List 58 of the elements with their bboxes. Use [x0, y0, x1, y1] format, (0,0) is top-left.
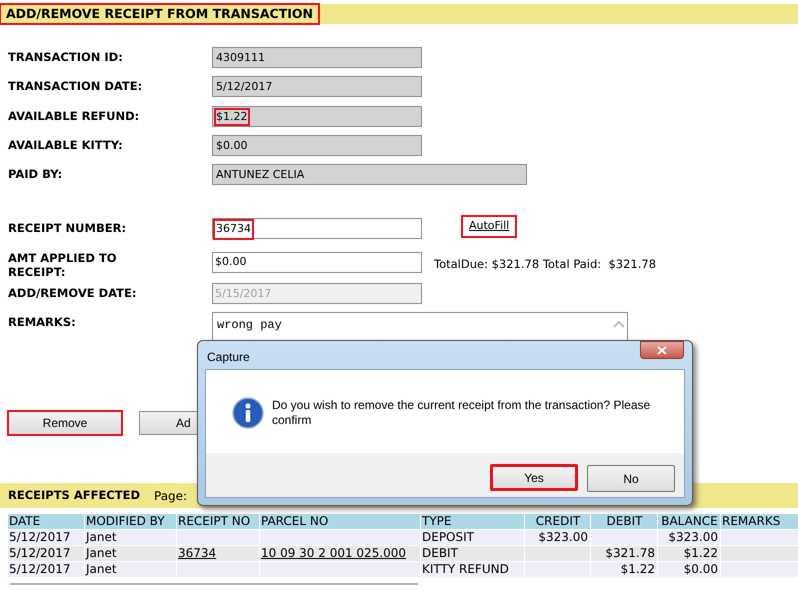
table-cell: $323.00	[525, 530, 590, 546]
table-cell: $0.00	[658, 562, 720, 578]
field-label: PAID BY:	[8, 166, 64, 182]
info-icon	[232, 397, 264, 429]
table-cell: Janet	[85, 562, 176, 578]
field-label: TRANSACTION DATE:	[8, 78, 144, 94]
table-cell: $1.22	[658, 546, 720, 562]
table-cell: $321.78	[591, 546, 657, 562]
table-cell	[591, 530, 657, 546]
dialog-message: Do you wish to remove the current receipt from the transaction? Please confirm	[272, 397, 652, 428]
page-label: Page:	[154, 488, 188, 505]
section-title: RECEIPTS AFFECTED	[8, 487, 140, 504]
amount-input[interactable]: $0.00	[212, 252, 422, 274]
column-header: REMARKS	[721, 514, 798, 530]
field-label: ADD/REMOVE DATE:	[8, 285, 138, 300]
dialog-title: Capture	[207, 349, 250, 366]
field-label: REMARKS:	[8, 314, 77, 330]
field-value: 4309111	[215, 50, 266, 66]
table-cell: Janet	[85, 530, 176, 546]
field-value: $0.00	[215, 138, 248, 154]
field-label: TRANSACTION ID:	[8, 49, 124, 64]
field-value: 5/12/2017	[215, 79, 274, 96]
close-button[interactable]	[640, 341, 684, 359]
column-header: DATE	[8, 514, 84, 530]
autofill-link[interactable]: AutoFill	[462, 216, 516, 237]
table-link[interactable]: 36734	[178, 546, 216, 560]
field-value: $1.22	[215, 108, 248, 126]
column-header: RECEIPT NO	[177, 514, 259, 530]
table-cell: $1.22	[591, 562, 657, 578]
field-label: RECEIPT NUMBER:	[8, 220, 128, 236]
totals-text: TotalDue: $321.78 Total Paid: $321.78	[434, 256, 656, 274]
table-cell: KITTY REFUND	[421, 562, 524, 578]
table-cell: DEBIT	[421, 546, 524, 562]
page-title: ADD/REMOVE RECEIPT FROM TRANSACTION	[0, 4, 320, 24]
field-label: AMT APPLIED TO RECEIPT:	[8, 251, 118, 280]
column-header: MODIFIED BY	[85, 514, 176, 530]
field-label: AVAILABLE KITTY:	[8, 136, 124, 152]
table-cell: DEPOSIT	[421, 530, 524, 546]
table-cell: 5/12/2017	[8, 562, 84, 578]
dialog-button[interactable]: No	[587, 465, 675, 492]
column-header: DEBIT	[591, 514, 657, 530]
column-header: BALANCE	[658, 514, 720, 530]
action-button[interactable]: Remove	[8, 411, 122, 436]
field-label: AVAILABLE REFUND:	[8, 108, 140, 123]
table-cell: Janet	[85, 546, 176, 562]
dialog-button[interactable]: Yes	[490, 464, 578, 491]
table-link[interactable]: 10 09 30 2 001 025.000	[261, 546, 406, 560]
receipt-number-input[interactable]: 36734	[212, 218, 422, 240]
column-header: CREDIT	[525, 514, 590, 530]
field-value: ANTUNEZ CELIA	[215, 167, 306, 184]
column-header: TYPE	[421, 514, 524, 530]
table-cell: 5/12/2017	[8, 546, 84, 562]
close-icon	[657, 346, 667, 354]
table-cell: 5/12/2017	[8, 530, 84, 546]
input-value: 36734	[214, 220, 253, 239]
remarks-text: wrong pay	[217, 317, 282, 334]
column-header: PARCEL NO	[260, 514, 420, 530]
table-cell: $323.00	[658, 530, 720, 546]
